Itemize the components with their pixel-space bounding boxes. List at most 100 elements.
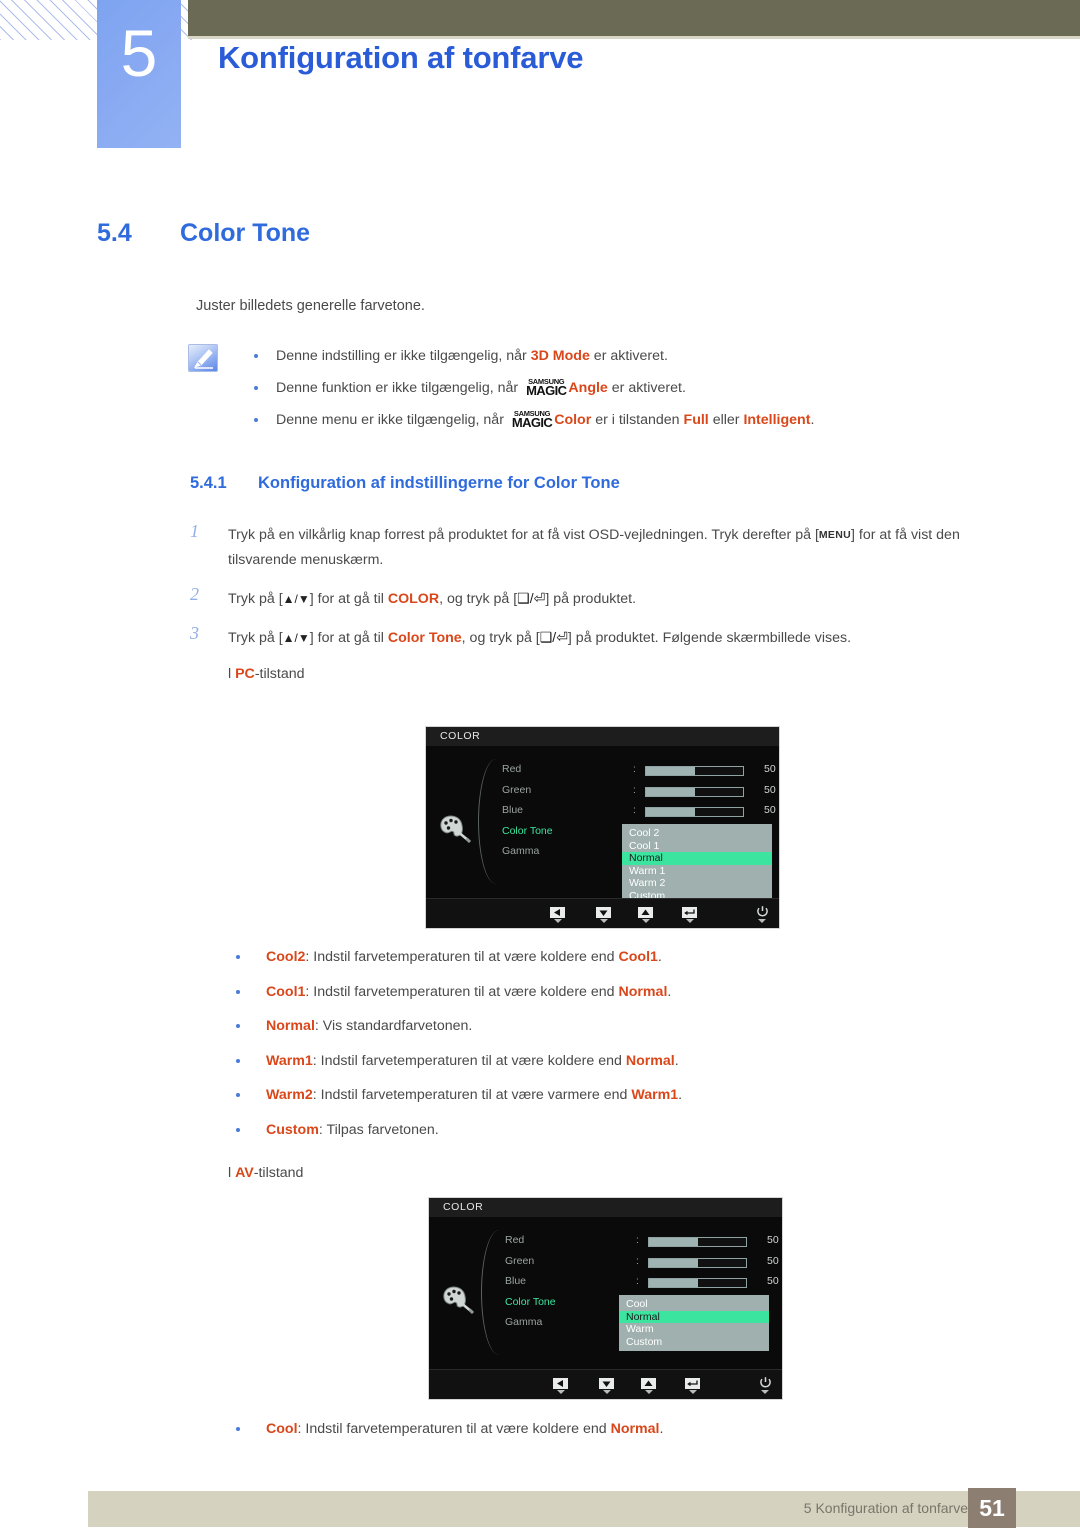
osd-row-label: Red [505, 1234, 525, 1246]
header-olive-bar-shadow [188, 36, 1080, 39]
osd-row-label: Gamma [502, 845, 540, 857]
updown-arrow-keys-icon: ▲/▼ [282, 631, 310, 645]
step-text-part: ] for at gå til [309, 630, 388, 646]
osd-slider-fill [649, 1238, 699, 1246]
step-text-part: Tryk på en vilkårlig knap forrest på pro… [228, 527, 819, 543]
step-number: 2 [190, 584, 199, 604]
step-text: Tryk på [▲/▼] for at gå til COLOR, og tr… [228, 590, 636, 607]
option-list-item: Custom: Tilpas farvetonen. [222, 1113, 682, 1148]
mode-highlight: AV [235, 1165, 254, 1181]
option-list-item: Warm2: Indstil farvetemperaturen til at … [222, 1078, 682, 1113]
osd-dropdown-option[interactable]: Normal [619, 1310, 769, 1324]
palette-icon [438, 813, 472, 848]
osd-row-label: Gamma [505, 1316, 543, 1328]
osd-dropdown-option[interactable]: Warm [619, 1323, 769, 1336]
step-text: Tryk på en vilkårlig knap forrest på pro… [228, 527, 960, 568]
osd-slider[interactable] [645, 807, 744, 817]
osd-dropdown-option[interactable]: Cool [619, 1298, 769, 1311]
option-term: Custom [266, 1121, 319, 1138]
subsection-number: 5.4.1 [190, 474, 227, 492]
option-term: Normal [266, 1018, 315, 1034]
chevron-down-icon [644, 1390, 653, 1394]
option-description: : Indstil farvetemperaturen til at være … [312, 1052, 626, 1069]
osd-row[interactable]: Blue: 50 [505, 1275, 779, 1296]
samsung-magic-logo: SAMSUNG MAGIC [526, 377, 567, 398]
osd-slider[interactable] [645, 766, 744, 776]
chevron-down-icon [553, 919, 562, 923]
section-intro-text: Juster billedets generelle farvetone. [196, 298, 425, 314]
osd-row-label: Red [502, 763, 522, 775]
mode-highlight: PC [235, 666, 255, 682]
note-text-post: er aktiveret. [607, 380, 686, 396]
osd-row[interactable]: Blue: 50 [502, 804, 776, 825]
step-text-part: ] på produktet. Følgende skærmbillede vi… [567, 630, 852, 646]
step-highlight: COLOR [387, 591, 440, 607]
osd-dropdown-color-tone[interactable]: Cool 2 Cool 1 Normal Warm 1 Warm 2 Custom [622, 824, 772, 906]
chevron-down-icon [688, 1390, 697, 1394]
magic-logo-bottom: MAGIC [526, 383, 567, 398]
step-text-part: Tryk på [ [228, 591, 283, 607]
option-list-item: Cool1: Indstil farvetemperaturen til at … [222, 975, 682, 1010]
osd-dropdown-option[interactable]: Normal [622, 852, 772, 865]
osd-dropdown-option[interactable]: Cool 1 [622, 840, 772, 853]
steps-list: 1 Tryk på en vilkårlig knap forrest på p… [190, 521, 1020, 695]
option-list-item: Cool: Indstil farvetemperaturen til at v… [222, 1412, 663, 1447]
chevron-down-icon [556, 1390, 565, 1394]
osd-row-colon: : [636, 1275, 639, 1287]
osd-row[interactable]: Green: 50 [505, 1254, 779, 1276]
osd-row[interactable]: Red: 50 [502, 763, 776, 784]
osd-row-value: 50 [767, 1275, 779, 1287]
note-highlight: Angle [568, 380, 608, 396]
subsection-title: Konfiguration af indstillingerne for Col… [258, 474, 620, 492]
osd-screenshot-av: COLOR Red:50Green:50Blue:50Color Tone:Ga… [428, 1197, 783, 1400]
osd-slider[interactable] [645, 786, 744, 797]
header-olive-bar [188, 0, 1080, 36]
osd-row[interactable]: Red: 50 [505, 1234, 779, 1255]
osd-row-label: Blue [502, 804, 524, 816]
note-text-pre: Denne indstilling er ikke tilgængelig, n… [276, 348, 531, 364]
osd-row-label: Green [502, 783, 532, 796]
step-text-part: ] for at gå til [309, 591, 388, 607]
osd-row-value: 50 [764, 763, 776, 775]
footer-text: 5 Konfiguration af tonfarve [803, 1500, 968, 1516]
note-text-mid: er i tilstanden [591, 412, 684, 428]
select-enter-keys-icon: ❑/⏎ [517, 590, 546, 606]
osd-row[interactable]: Green: 50 [502, 783, 776, 805]
osd-row-colon: : [633, 783, 636, 796]
note-highlight-2: Full [683, 412, 709, 428]
option-reference: Normal [618, 983, 668, 1000]
osd-row-label: Green [505, 1254, 535, 1267]
osd-row-colon: : [636, 1234, 639, 1246]
osd-dropdown-option[interactable]: Cool 2 [622, 827, 772, 840]
option-description: : Indstil farvetemperaturen til at være … [297, 1421, 611, 1437]
osd-slider-fill [649, 1279, 699, 1287]
chevron-down-icon [599, 919, 608, 923]
option-term: Cool2 [266, 949, 306, 965]
palette-icon [441, 1284, 475, 1319]
osd-row-colon: : [633, 804, 636, 816]
osd-slider[interactable] [648, 1278, 747, 1288]
osd-dropdown-option[interactable]: Warm 1 [622, 865, 772, 878]
section-title: Color Tone [180, 219, 311, 247]
osd-dropdown-color-tone[interactable]: Cool Normal Warm Custom [619, 1295, 769, 1352]
osd-dropdown-option[interactable]: Custom [619, 1336, 769, 1349]
step-item: 3 Tryk på [▲/▼] for at gå til Color Tone… [190, 623, 1020, 682]
step-number: 3 [190, 623, 199, 643]
option-reference: Normal [610, 1421, 660, 1437]
osd-slider-fill [646, 787, 696, 796]
option-end: . [659, 1421, 664, 1437]
osd-slider[interactable] [648, 1257, 747, 1268]
option-list-item: Cool2: Indstil farvetemperaturen til at … [222, 940, 682, 975]
chapter-number: 5 [120, 16, 158, 90]
osd-row-value: 50 [767, 1234, 779, 1246]
osd-slider-fill [646, 808, 696, 816]
osd-dropdown-option[interactable]: Warm 2 [622, 877, 772, 890]
note-text-pre: Denne menu er ikke tilgængelig, når [276, 412, 508, 428]
osd-screenshot-pc: COLOR Red:50Green:50Blue:50Color Tone:Ga… [425, 726, 780, 929]
section-number: 5.4 [97, 219, 132, 247]
footer-page-number: 51 [968, 1488, 1016, 1528]
osd-row-label: Color Tone [502, 824, 553, 837]
pc-option-list: Cool2 : Indstil farvetemperaturen til at … [222, 940, 682, 1147]
osd-toolbar [426, 898, 779, 928]
osd-slider[interactable] [648, 1237, 747, 1247]
